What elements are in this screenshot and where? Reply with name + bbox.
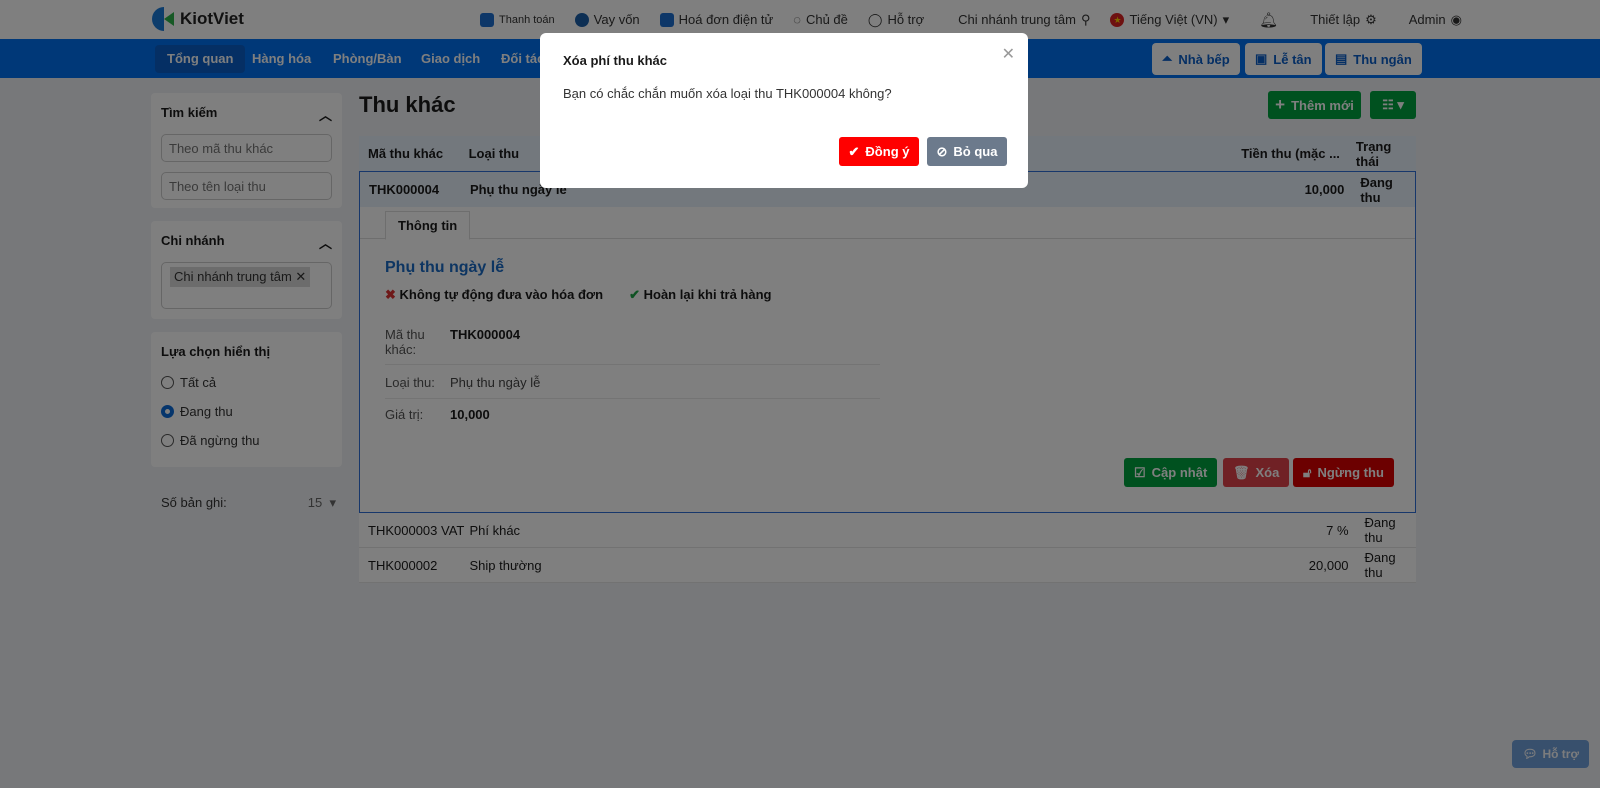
confirm-delete-dialog: Xóa phí thu khác ✕ Bạn có chắc chắn muốn… xyxy=(540,33,1028,188)
dialog-title: Xóa phí thu khác xyxy=(563,53,668,68)
confirm-button[interactable]: ✔ Đồng ý xyxy=(839,137,919,166)
cancel-button[interactable]: ⊘ Bỏ qua xyxy=(927,137,1007,166)
close-icon[interactable]: ✕ xyxy=(1002,44,1015,64)
ban-icon: ⊘ xyxy=(936,143,948,159)
dialog-message: Bạn có chắc chắn muốn xóa loại thu THK00… xyxy=(563,86,892,101)
check-icon: ✔ xyxy=(848,143,860,159)
